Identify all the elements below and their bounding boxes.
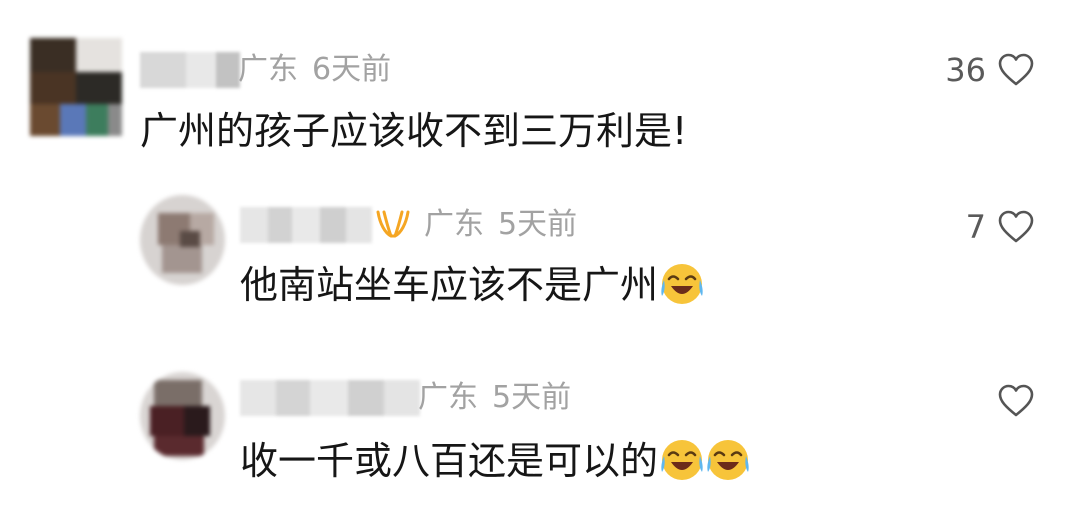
- avatar[interactable]: [140, 195, 225, 285]
- comment-1: 广东 6天前 广州的孩子应该收不到三万利是! 36: [0, 0, 1080, 175]
- timestamp: 5天前: [492, 380, 572, 415]
- avatar[interactable]: [140, 372, 225, 460]
- crying-laughing-emoji: [707, 439, 749, 480]
- comment-3: 广东 5天前 收一千或八百还是可以的: [0, 340, 1080, 521]
- comment-meta: 广东 6天前: [238, 52, 391, 88]
- timestamp: 6天前: [312, 52, 392, 87]
- comment-meta: 广东 5天前: [424, 207, 577, 243]
- comment-2: 广东 5天前 他南站坐车应该不是广州 7: [0, 175, 1080, 340]
- location: 广东: [238, 52, 298, 87]
- heart-outline-icon[interactable]: [998, 53, 1034, 87]
- username-blurred[interactable]: [240, 207, 372, 243]
- heart-outline-icon[interactable]: [998, 210, 1034, 244]
- comment-meta: 广东 5天前: [418, 380, 571, 416]
- author-badge-icon: [376, 210, 410, 238]
- timestamp: 5天前: [498, 207, 578, 242]
- like-count: 36: [945, 51, 986, 89]
- comment-text-row: 收一千或八百还是可以的: [240, 436, 750, 486]
- like-count: 7: [965, 208, 986, 246]
- location: 广东: [418, 380, 478, 415]
- comment-text: 收一千或八百还是可以的: [240, 439, 659, 483]
- username-blurred[interactable]: [240, 380, 420, 416]
- crying-laughing-emoji: [661, 263, 703, 304]
- comment-text-row: 他南站坐车应该不是广州: [240, 260, 704, 310]
- location: 广东: [424, 207, 484, 242]
- comment-text: 他南站坐车应该不是广州: [240, 263, 659, 307]
- comment-text: 广州的孩子应该收不到三万利是!: [140, 109, 688, 153]
- username-blurred[interactable]: [140, 52, 240, 88]
- crying-laughing-emoji: [661, 439, 703, 480]
- heart-outline-icon[interactable]: [998, 384, 1034, 418]
- avatar[interactable]: [30, 38, 122, 136]
